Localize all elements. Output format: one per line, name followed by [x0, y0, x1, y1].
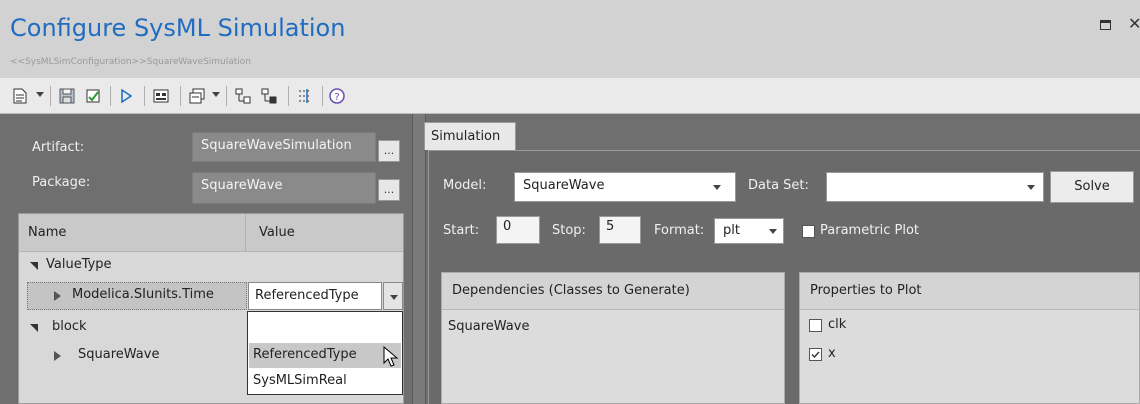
chevron-down-icon: [390, 295, 398, 300]
value-combo-button[interactable]: [383, 282, 403, 310]
model-value: SquareWave: [523, 178, 605, 193]
property-label-x: x: [828, 346, 836, 361]
toolbar-separator: [226, 86, 227, 106]
artifact-browse-button[interactable]: ...: [378, 140, 400, 162]
dependencies-header: Dependencies (Classes to Generate): [442, 273, 784, 310]
maximize-icon[interactable]: [1100, 20, 1111, 30]
collapse-arrow-icon[interactable]: [30, 324, 38, 332]
title-bar: Configure SysML Simulation <<SysMLSimCon…: [0, 0, 1140, 78]
remove-element-icon[interactable]: [260, 87, 278, 105]
toolbar-separator: [288, 86, 289, 106]
package-label: Package:: [32, 175, 91, 190]
dataset-select[interactable]: [826, 172, 1044, 202]
value-dropdown-list: ReferencedType SysMLSimReal: [247, 311, 403, 395]
stop-label: Stop:: [552, 223, 586, 238]
list-item[interactable]: SquareWave: [448, 319, 529, 334]
parametric-plot-label: Parametric Plot: [820, 223, 920, 238]
dropdown-option-empty[interactable]: [249, 313, 401, 338]
tree-node-block[interactable]: block: [52, 319, 87, 334]
mouse-cursor-icon: [383, 346, 399, 367]
chevron-down-icon: [713, 185, 721, 190]
parametric-plot-checkbox[interactable]: [802, 225, 815, 238]
expand-arrow-icon[interactable]: [54, 351, 61, 361]
validate-icon[interactable]: [84, 87, 102, 105]
column-divider[interactable]: [245, 214, 246, 252]
toolbar-separator: [322, 86, 323, 106]
properties-panel: Properties to Plot clk x: [799, 272, 1140, 404]
dropdown-option-sysmlsimreal[interactable]: SysMLSimReal: [249, 369, 401, 394]
dependencies-panel: Dependencies (Classes to Generate) Squar…: [441, 272, 785, 404]
properties-header: Properties to Plot: [800, 273, 1139, 310]
tab-simulation[interactable]: Simulation: [424, 122, 516, 150]
chevron-down-icon: [1027, 185, 1035, 190]
new-document-icon[interactable]: [12, 87, 28, 105]
window-title: Configure SysML Simulation: [10, 14, 346, 42]
toolbar-separator: [180, 86, 181, 106]
artifact-label: Artifact:: [32, 140, 85, 155]
property-checkbox-clk[interactable]: [809, 319, 822, 332]
model-label: Model:: [443, 178, 487, 193]
window-subtitle: <<SysMLSimConfiguration>>SquareWaveSimul…: [10, 57, 252, 67]
dropdown-option-referencedtype[interactable]: ReferencedType: [249, 343, 401, 368]
toolbar-separator: [110, 86, 111, 106]
column-header-value[interactable]: Value: [259, 225, 295, 240]
add-element-icon[interactable]: [234, 87, 252, 105]
save-icon[interactable]: [58, 87, 76, 105]
tree-node-squarewave[interactable]: SquareWave: [78, 347, 159, 362]
format-value: plt: [723, 223, 740, 238]
dataset-label: Data Set:: [748, 178, 809, 193]
tree-node-valuetype[interactable]: ValueType: [46, 257, 112, 272]
filter-icon[interactable]: [296, 87, 314, 105]
property-label-clk: clk: [828, 317, 847, 332]
stop-field[interactable]: 5: [599, 216, 641, 244]
toolbar-separator: [50, 86, 51, 106]
model-select[interactable]: SquareWave: [514, 172, 736, 202]
expand-arrow-icon[interactable]: [54, 291, 61, 301]
column-header-name[interactable]: Name: [28, 225, 66, 240]
svg-text:?: ?: [334, 92, 339, 103]
collapse-arrow-icon[interactable]: [30, 262, 38, 270]
artifact-field[interactable]: SquareWaveSimulation: [192, 132, 376, 162]
run-icon[interactable]: [118, 87, 134, 105]
tree-node-time[interactable]: Modelica.SIunits.Time: [72, 287, 214, 302]
help-icon[interactable]: ?: [328, 87, 346, 105]
format-label: Format:: [654, 223, 705, 238]
generate-icon[interactable]: [152, 87, 170, 105]
solve-button[interactable]: Solve: [1050, 171, 1134, 203]
start-field[interactable]: 0: [496, 216, 540, 244]
chevron-down-icon[interactable]: [36, 92, 44, 97]
property-checkbox-x[interactable]: [809, 348, 822, 361]
grid-header: Name Value: [19, 214, 403, 252]
start-label: Start:: [443, 223, 480, 238]
value-combo[interactable]: ReferencedType: [248, 282, 382, 310]
close-icon[interactable]: ✕: [1128, 14, 1140, 33]
chevron-down-icon: [769, 229, 777, 234]
toolbar: ?: [0, 78, 1140, 114]
export-icon[interactable]: [188, 87, 206, 105]
toolbar-separator: [144, 86, 145, 106]
format-select[interactable]: plt: [714, 218, 784, 244]
package-field[interactable]: SquareWave: [192, 172, 376, 204]
checkmark-icon: [811, 351, 820, 359]
package-browse-button[interactable]: ...: [378, 179, 400, 201]
chevron-down-icon[interactable]: [212, 92, 220, 97]
panel-splitter[interactable]: [412, 114, 426, 404]
